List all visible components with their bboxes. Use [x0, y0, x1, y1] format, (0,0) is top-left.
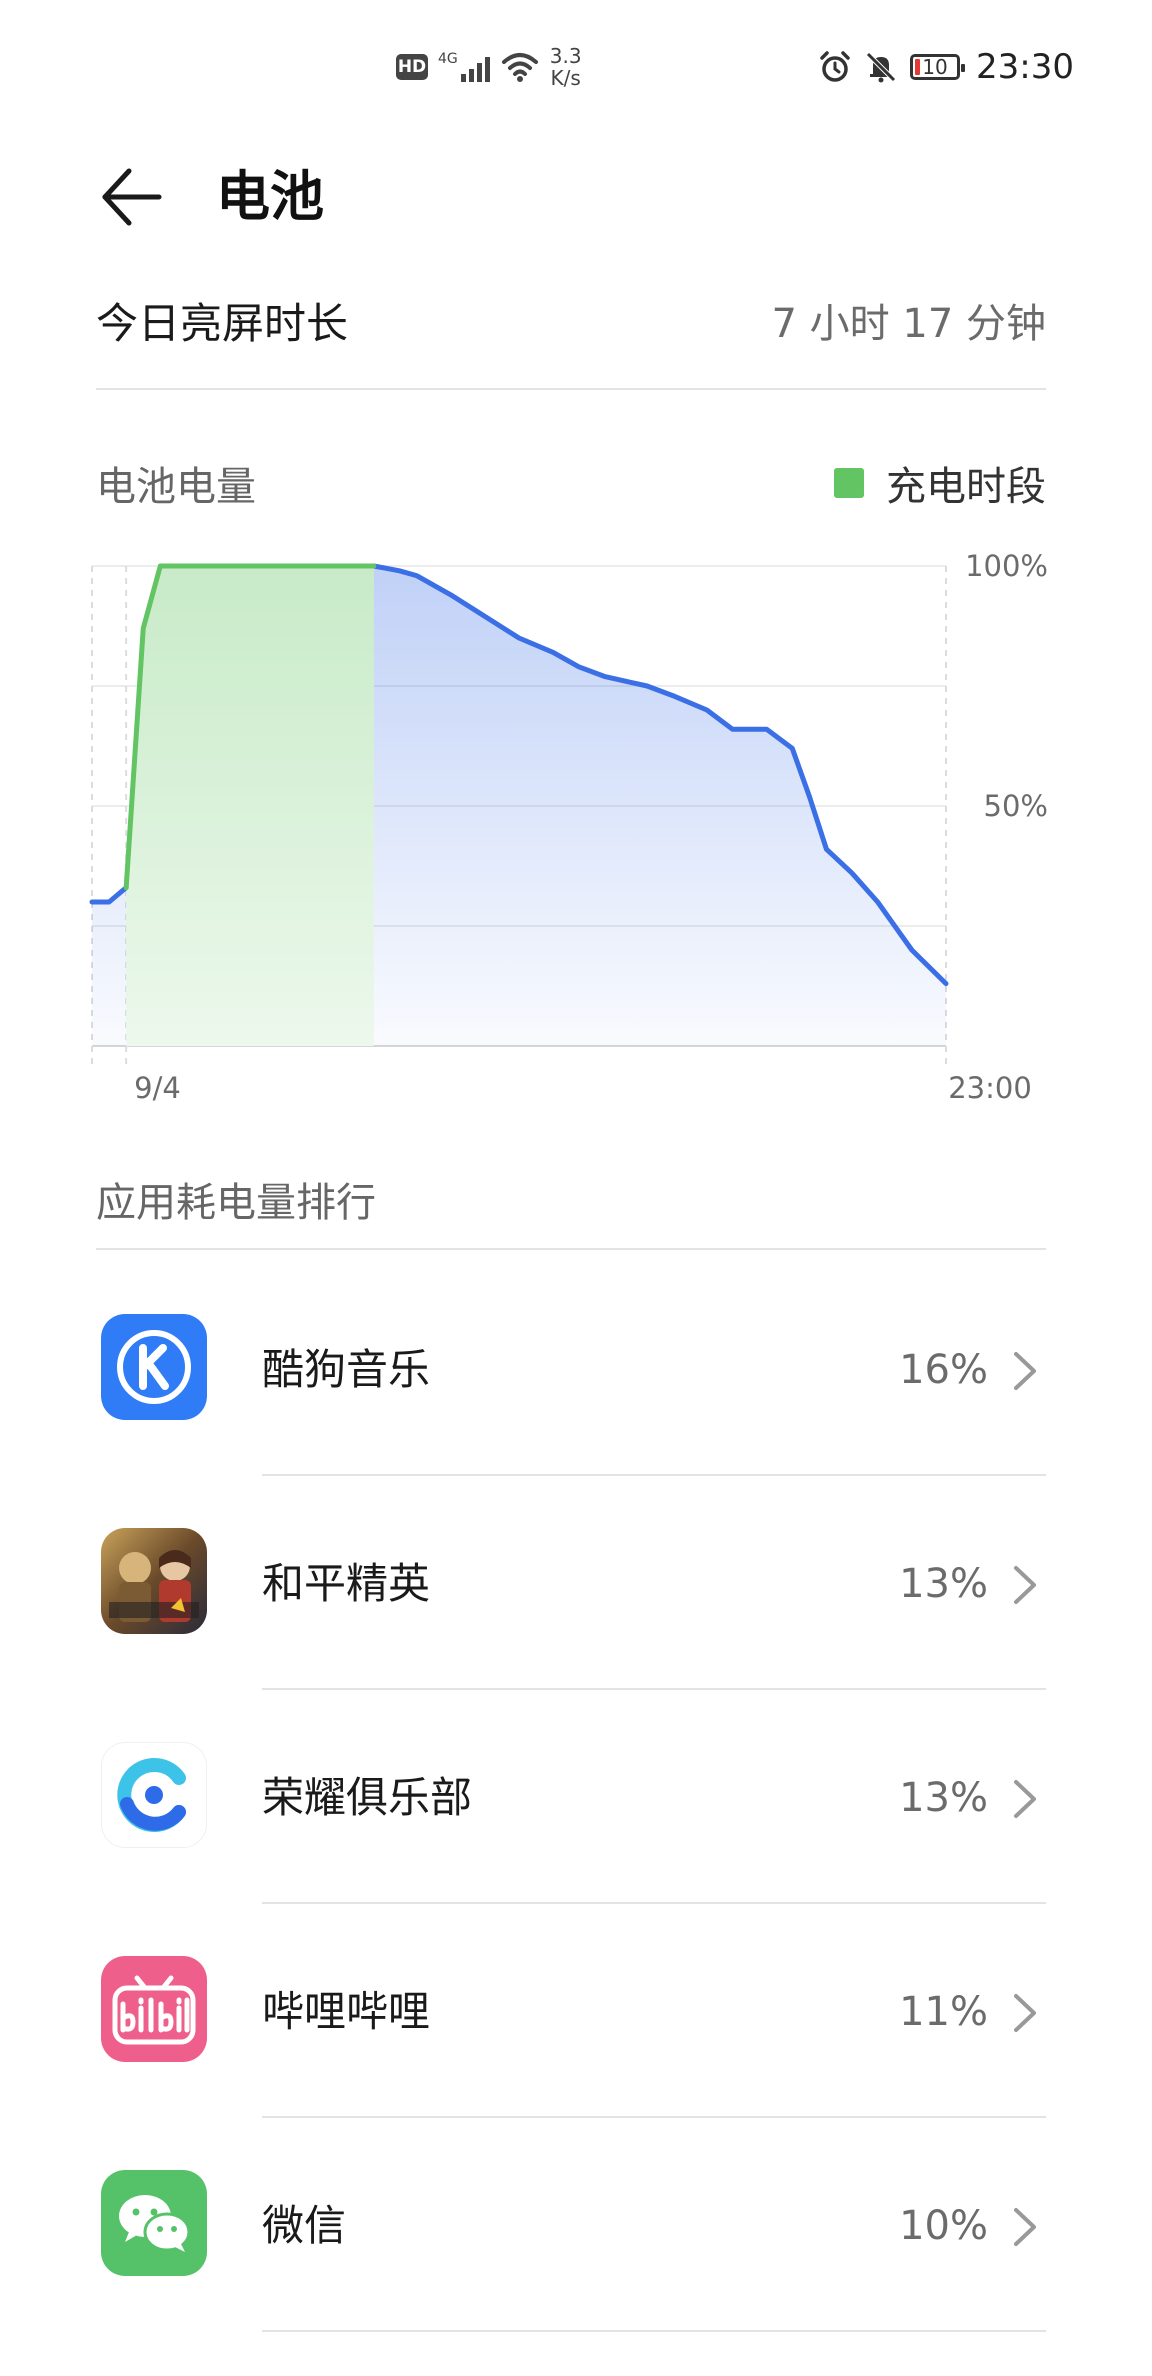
x-tick-label: 9/4: [134, 1071, 181, 1105]
battery-chart-header: 电池电量 充电时段: [96, 448, 1046, 518]
signal-icon: 4G: [438, 52, 490, 82]
status-bar-network: HD 4G 3.3 K/s: [396, 40, 582, 94]
list-item[interactable]: 微信 10%: [0, 2118, 1152, 2332]
list-item[interactable]: 哔哩哔哩 11%: [0, 1904, 1152, 2118]
battery-level-chart: 100% 50% 9/4 23:00: [89, 549, 1048, 1105]
battery-level: 10: [922, 55, 948, 79]
ranking-title: 应用耗电量排行: [96, 1180, 376, 1226]
divider: [96, 388, 1046, 390]
status-bar: HD 4G 3.3 K/s 10 23:30: [0, 0, 1152, 130]
mute-icon: [864, 50, 898, 84]
net-speed-unit: K/s: [550, 66, 581, 90]
list-item[interactable]: 酷狗音乐 16%: [0, 1262, 1152, 1476]
peace-elite-icon: [101, 1528, 207, 1634]
honor-club-icon: [101, 1742, 207, 1848]
net-speed: 3.3 K/s: [550, 45, 582, 89]
app-percent: 13%: [899, 1775, 988, 1821]
bilibili-icon: [101, 1956, 207, 2062]
status-bar-right: 10 23:30: [818, 40, 1074, 94]
app-name: 哔哩哔哩: [262, 1987, 431, 2036]
wechat-icon: [101, 2170, 207, 2276]
battery-chart-title: 电池电量: [96, 464, 256, 510]
back-button[interactable]: [94, 160, 168, 234]
divider: [262, 2330, 1046, 2332]
screen-time-value: 7 小时 17 分钟: [771, 301, 1047, 347]
app-percent: 13%: [899, 1561, 988, 1607]
app-usage-list: 酷狗音乐 16% 和平精英 13% 荣耀俱乐部 13% 哔哩哔哩 11% 微信 …: [0, 1262, 1152, 2332]
x-tick-label: 23:00: [948, 1071, 1032, 1105]
status-time: 23:30: [976, 47, 1074, 87]
kugou-music-icon: [101, 1314, 207, 1420]
app-name: 微信: [262, 2201, 347, 2250]
chevron-right-icon: [1014, 1780, 1036, 1818]
battery-icon: 10: [910, 54, 966, 80]
divider: [96, 1248, 1046, 1250]
list-item[interactable]: 和平精英 13%: [0, 1476, 1152, 1690]
y-tick-label: 100%: [965, 549, 1048, 583]
screen-time-row: 今日亮屏时长 7 小时 17 分钟: [96, 280, 1046, 360]
chart-area-charging: [126, 566, 374, 1046]
chart-legend: 充电时段: [834, 454, 1046, 512]
network-type-label: 4G: [438, 51, 458, 67]
app-name: 和平精英: [262, 1559, 431, 1608]
chevron-right-icon: [1014, 1994, 1036, 2032]
chevron-right-icon: [1014, 2208, 1036, 2246]
net-speed-value: 3.3: [549, 44, 582, 68]
list-item[interactable]: 荣耀俱乐部 13%: [0, 1690, 1152, 1904]
page-title: 电池: [216, 165, 324, 228]
legend-label-charging: 充电时段: [886, 464, 1046, 510]
y-tick-label: 50%: [984, 789, 1048, 823]
arrow-left-icon: [102, 168, 162, 226]
hd-badge: HD: [396, 54, 428, 80]
app-header: 电池: [0, 150, 1152, 240]
alarm-icon: [818, 50, 852, 84]
legend-swatch-charging: [834, 468, 864, 498]
app-name: 荣耀俱乐部: [262, 1773, 473, 1822]
app-percent: 11%: [899, 1989, 988, 2035]
chevron-right-icon: [1014, 1352, 1036, 1390]
wifi-icon: [500, 50, 540, 84]
app-name: 酷狗音乐: [262, 1345, 431, 1394]
app-percent: 16%: [899, 1347, 988, 1393]
battery-page: HD 4G 3.3 K/s 10 23:30 电池 今日亮屏时长 7 小时 17…: [0, 0, 1152, 2376]
app-percent: 10%: [899, 2203, 988, 2249]
chevron-right-icon: [1014, 1566, 1036, 1604]
screen-time-label: 今日亮屏时长: [96, 298, 349, 348]
